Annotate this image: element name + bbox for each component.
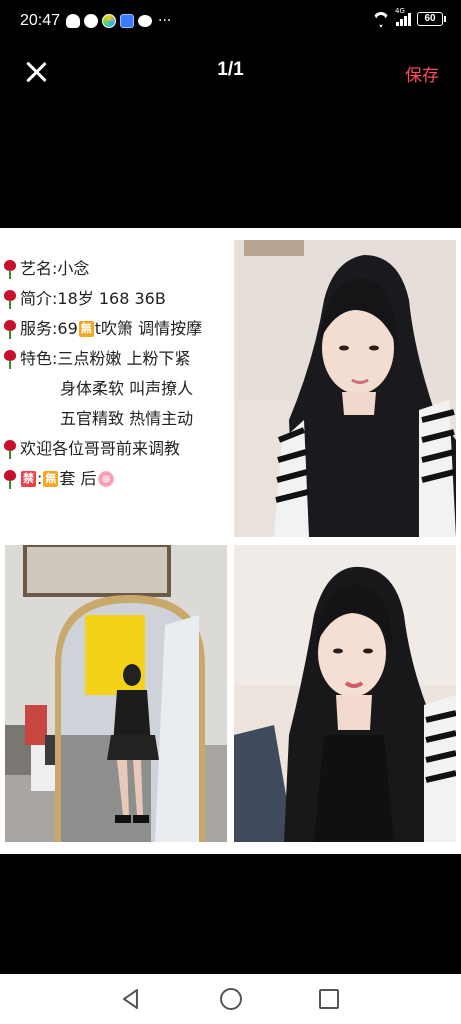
signal-icon: 4G — [395, 7, 411, 26]
photo-portrait-1 — [234, 240, 456, 537]
caption-text: 艺名:小念 — [20, 259, 90, 278]
caption-line: 禁 : 無 套 后 — [3, 464, 231, 494]
caption-line: 欢迎各位哥哥前来调教 — [3, 434, 231, 464]
qq-icon — [66, 14, 80, 28]
caption-text: t吹箫 调情按摩 — [94, 319, 203, 338]
profile-caption: 艺名:小念 简介:18岁 168 36B 服务:69 無 t吹箫 调情按摩 特色… — [3, 254, 231, 494]
caption-text: 套 后 — [59, 469, 97, 488]
rose-icon — [3, 259, 17, 279]
system-nav-bar — [0, 974, 461, 1024]
caption-text: 欢迎各位哥哥前来调教 — [20, 439, 181, 458]
caption-text: 服务:69 — [20, 319, 78, 338]
photo-mirror-selfie — [5, 545, 227, 842]
rose-icon — [3, 349, 17, 369]
wechat-icon — [138, 15, 152, 27]
photo-portrait-2 — [234, 545, 456, 842]
rose-icon — [3, 289, 17, 309]
status-time: 20:47 — [20, 12, 61, 29]
notification-icons: ··· — [66, 13, 171, 29]
home-icon[interactable] — [220, 988, 242, 1010]
caption-line: 服务:69 無 t吹箫 调情按摩 — [3, 314, 231, 344]
wifi-icon — [372, 12, 390, 26]
caption-line: 身体柔软 叫声撩人 — [3, 374, 231, 404]
badge-icon: 禁 — [21, 471, 36, 487]
network-type: 4G — [395, 7, 405, 15]
caption-text: 简介:18岁 168 36B — [20, 289, 166, 308]
rose-icon — [3, 439, 17, 459]
battery-icon: 60 — [417, 12, 446, 26]
blossom-icon — [98, 471, 115, 487]
viewer-toolbar: 1/1 保存 — [0, 44, 461, 100]
back-icon[interactable] — [121, 988, 141, 1010]
badge-icon: 無 — [78, 321, 94, 337]
caption-text: 特色:三点粉嫩 上粉下紧 — [20, 349, 191, 368]
image-viewer[interactable]: 艺名:小念 简介:18岁 168 36B 服务:69 無 t吹箫 调情按摩 特色… — [0, 228, 461, 854]
browser-icon — [102, 14, 116, 28]
save-button[interactable]: 保存 — [405, 61, 439, 86]
status-bar: 20:47 ··· 4G 60 — [0, 0, 461, 44]
recent-apps-icon[interactable] — [319, 989, 339, 1009]
message-icon — [84, 14, 98, 28]
caption-line: 简介:18岁 168 36B — [3, 284, 231, 314]
rose-icon — [3, 319, 17, 339]
more-notifications: ··· — [158, 13, 172, 29]
system-indicators: 4G 60 — [372, 7, 446, 26]
app-icon — [120, 14, 134, 28]
caption-text: : — [37, 469, 43, 488]
caption-text: 五官精致 热情主动 — [60, 409, 194, 428]
page-counter: 1/1 — [217, 59, 244, 80]
rose-icon — [3, 469, 17, 489]
caption-line: 艺名:小念 — [3, 254, 231, 284]
badge-icon: 無 — [43, 471, 59, 487]
caption-text: 身体柔软 叫声撩人 — [60, 379, 194, 398]
caption-line: 特色:三点粉嫩 上粉下紧 — [3, 344, 231, 374]
caption-line: 五官精致 热情主动 — [3, 404, 231, 434]
